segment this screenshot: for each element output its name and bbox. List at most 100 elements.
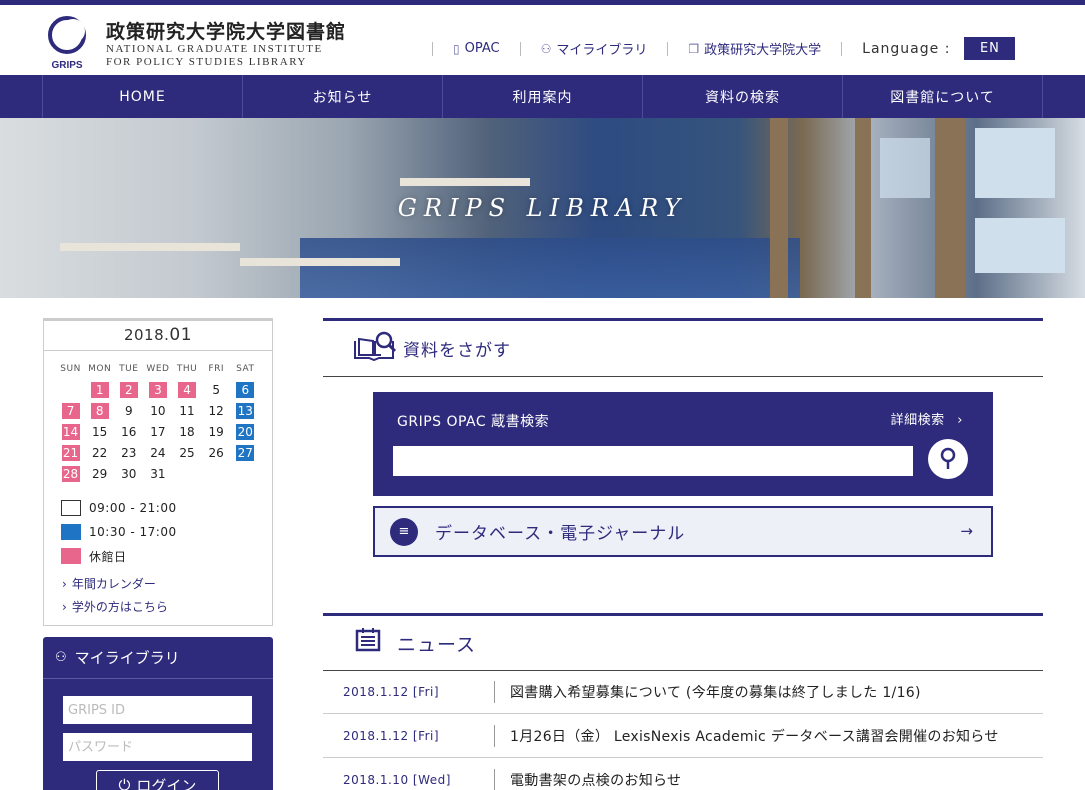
nav-search[interactable]: 資料の検索	[643, 75, 843, 118]
logo-title-jp[interactable]: 政策研究大学院大学図書館	[106, 17, 346, 44]
external-users-link[interactable]: 学外の方はこちら	[62, 596, 168, 619]
calendar-links: 年間カレンダー 学外の方はこちら	[62, 573, 168, 619]
calendar-day-number: 23	[121, 446, 137, 460]
opac-search-input[interactable]	[393, 446, 913, 476]
book-icon: ▯	[453, 41, 460, 56]
nav-about[interactable]: 図書館について	[843, 75, 1043, 118]
advanced-search-link[interactable]: 詳細検索 ›	[891, 409, 963, 428]
header-link-mylibrary[interactable]: ⚇ マイライブラリ	[519, 41, 668, 58]
calendar-week: 14 15 16 17 18 19 20	[56, 424, 260, 445]
users-icon: ⚇	[55, 650, 67, 665]
news-title[interactable]: 1月26日（金） LexisNexis Academic データベース講習会開催…	[495, 726, 999, 746]
book-search-icon	[353, 331, 397, 367]
calendar-day-number: 20	[236, 424, 255, 440]
hero-banner: GRIPS LIBRARY	[0, 118, 1085, 298]
database-ejournal-link[interactable]: ≡ データベース・電子ジャーナル →	[373, 506, 993, 557]
calendar-day: 28	[56, 466, 85, 487]
legend-swatch	[61, 500, 81, 516]
hero-title: GRIPS LIBRARY	[397, 194, 688, 222]
hero-desk	[400, 178, 530, 186]
language-label: Language :	[841, 41, 964, 57]
opening-calendar: 2018.01 SUN MON TUE WED THU FRI SAT 1 2 3 4 5 6 7 8 9 10…	[43, 318, 273, 626]
calendar-day-number: 18	[179, 425, 195, 439]
calendar-dow: WED	[146, 364, 170, 374]
calendar-day-number: 2	[119, 382, 138, 398]
nav-guide[interactable]: 利用案内	[443, 75, 643, 118]
calendar-day-number: 5	[212, 383, 220, 397]
logo-title-en-line1: NATIONAL GRADUATE INSTITUTE	[106, 43, 323, 55]
calendar-day-number: 6	[236, 382, 255, 398]
hero-books	[975, 128, 1055, 198]
database-label: データベース・電子ジャーナル	[435, 524, 686, 544]
logo-title-en-line2: FOR POLICY STUDIES LIBRARY	[106, 56, 307, 68]
calendar-day-number: 21	[61, 445, 80, 461]
calendar-day: 31	[143, 466, 172, 487]
calendar-day-number: 1	[90, 382, 109, 398]
copy-icon: ❐	[688, 41, 700, 56]
header-link-opac[interactable]: ▯ OPAC	[432, 41, 520, 56]
legend-short: 10:30 - 17:00	[61, 520, 177, 544]
calendar-day-number: 27	[236, 445, 255, 461]
calendar-day-number	[62, 382, 80, 398]
calendar-day	[56, 382, 85, 403]
news-item[interactable]: 2018.1.12 [Fri] 図書購入希望募集について (今年度の募集は終了し…	[323, 670, 1043, 714]
calendar-day: 22	[85, 445, 114, 466]
legend-closed: 休館日	[61, 544, 177, 568]
calendar-day: 16	[114, 424, 143, 445]
calendar-day-number: 13	[236, 403, 255, 419]
news-item[interactable]: 2018.1.12 [Fri] 1月26日（金） LexisNexis Acad…	[323, 714, 1043, 758]
calendar-day: 23	[114, 445, 143, 466]
calendar-day-number: 24	[150, 446, 166, 460]
login-button[interactable]: ⏻ ログイン	[96, 770, 219, 790]
calendar-day-number: 15	[92, 425, 108, 439]
grips-id-input[interactable]	[63, 696, 252, 724]
calendar-day-number: 25	[179, 446, 195, 460]
calendar-dow: THU	[176, 364, 198, 374]
nav-home[interactable]: HOME	[43, 75, 243, 118]
hero-books	[880, 138, 930, 198]
grips-logo-icon[interactable]: GRIPS	[45, 15, 89, 71]
calendar-day-number: 8	[90, 403, 109, 419]
password-input[interactable]	[63, 733, 252, 761]
calendar-day: 1	[85, 382, 114, 403]
nav-news[interactable]: お知らせ	[243, 75, 443, 118]
calendar-day-number: 7	[61, 403, 80, 419]
calendar-day-number: 30	[121, 467, 137, 481]
news-title[interactable]: 図書購入希望募集について (今年度の募集は終了しました 1/16)	[495, 682, 921, 702]
calendar-day: 2	[114, 382, 143, 403]
calendar-day: 29	[85, 466, 114, 487]
calendar-day: 20	[231, 424, 260, 445]
calendar-day: 18	[173, 424, 202, 445]
calendar-dow: SUN	[60, 364, 81, 374]
calendar-day: 10	[143, 403, 172, 424]
calendar-week: 21 22 23 24 25 26 27	[56, 445, 260, 466]
calendar-day: 5	[202, 382, 231, 403]
calendar-day: 11	[173, 403, 202, 424]
calendar-dow: MON	[88, 364, 112, 374]
annual-calendar-link[interactable]: 年間カレンダー	[62, 573, 168, 596]
calendar-dow-row: SUN MON TUE WED THU FRI SAT	[56, 361, 260, 382]
calendar-day-number: 14	[61, 424, 80, 440]
news-title[interactable]: 電動書架の点検のお知らせ	[495, 770, 681, 790]
opac-title: GRIPS OPAC 蔵書検索	[397, 414, 550, 430]
news-date: 2018.1.10 [Wed]	[323, 768, 495, 790]
hero-desk	[240, 258, 400, 266]
header-links: ▯ OPAC ⚇ マイライブラリ ❐ 政策研究大学院大学 Language : …	[432, 37, 1016, 60]
calendar-grid: SUN MON TUE WED THU FRI SAT 1 2 3 4 5 6 7 8 9 10 11 12 13 14…	[56, 361, 260, 487]
calendar-dow: SAT	[236, 364, 255, 374]
calendar-day	[231, 466, 260, 487]
calendar-week: 7 8 9 10 11 12 13	[56, 403, 260, 424]
calendar-day: 9	[114, 403, 143, 424]
opac-search-button[interactable]	[928, 439, 968, 479]
header-link-university[interactable]: ❐ 政策研究大学院大学	[667, 41, 841, 58]
news-date: 2018.1.12 [Fri]	[323, 724, 495, 747]
language-en-button[interactable]: EN	[964, 37, 1016, 60]
news-item[interactable]: 2018.1.10 [Wed] 電動書架の点検のお知らせ	[323, 758, 1043, 790]
mylibrary-panel: ⚇ マイライブラリ ⏻ ログイン	[43, 637, 273, 790]
header-link-label: OPAC	[464, 41, 500, 56]
calendar-day: 3	[143, 382, 172, 403]
calendar-day: 6	[231, 382, 260, 403]
calendar-day-number	[178, 466, 196, 482]
calendar-day-number: 22	[92, 446, 108, 460]
hero-desk	[60, 243, 240, 251]
